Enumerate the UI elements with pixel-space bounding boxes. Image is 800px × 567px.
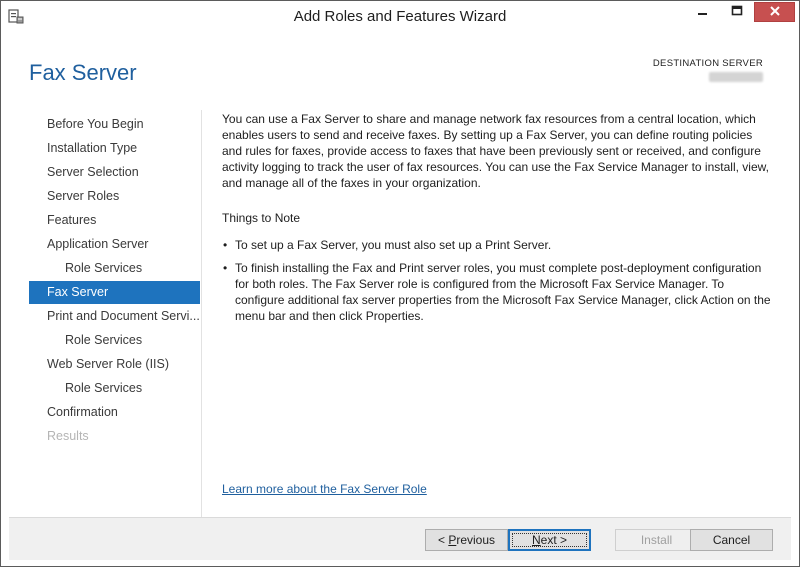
nav-item-server-roles[interactable]: Server Roles	[29, 185, 200, 208]
learn-more-link[interactable]: Learn more about the Fax Server Role	[222, 482, 427, 496]
close-button[interactable]	[754, 2, 795, 22]
nav-item-print-and-document-servi[interactable]: Print and Document Servi...	[29, 305, 200, 328]
destination-server-label: DESTINATION SERVER	[652, 58, 763, 69]
page-title: Fax Server	[29, 60, 137, 85]
nav-item-confirmation[interactable]: Confirmation	[29, 401, 200, 424]
minimize-button[interactable]	[686, 2, 720, 22]
intro-text: You can use a Fax Server to share and ma…	[222, 112, 769, 190]
nav-item-role-services[interactable]: Role Services	[29, 377, 200, 400]
window-controls	[686, 2, 795, 22]
maximize-button[interactable]	[720, 2, 754, 22]
window-title: Add Roles and Features Wizard	[293, 8, 507, 25]
wizard-footer: < Previous Next > Install Cancel	[9, 517, 791, 560]
nav-item-server-selection[interactable]: Server Selection	[29, 161, 200, 184]
minimize-icon	[697, 5, 709, 20]
previous-prefix: <	[437, 533, 449, 547]
cancel-button[interactable]: Cancel	[690, 529, 773, 551]
wizard-window: Add Roles and Features Wizard Fax Server…	[0, 0, 800, 567]
nav-item-installation-type[interactable]: Installation Type	[29, 137, 200, 160]
nav-item-application-server[interactable]: Application Server	[29, 233, 200, 256]
close-icon	[769, 5, 781, 20]
wizard-body: Before You Begin Installation Type Server …	[9, 110, 791, 517]
destination-server-name-redacted	[709, 72, 763, 82]
nav-item-results: Results	[47, 429, 89, 443]
previous-rest: revious	[456, 533, 496, 547]
nav-item-role-services[interactable]: Role Services	[29, 257, 200, 280]
step-navigation: Before You Begin Installation Type Server …	[29, 110, 201, 517]
previous-button[interactable]: < Previous	[425, 529, 508, 551]
note-item: To finish installing the Fax and Print s…	[222, 260, 774, 324]
nav-divider	[201, 110, 202, 517]
nav-item-web-server-role-iis[interactable]: Web Server Role (IIS)	[29, 353, 200, 376]
note-item: To set up a Fax Server, you must also se…	[222, 237, 774, 253]
next-accelerator: N	[531, 533, 541, 547]
nav-item-before-you-begin[interactable]: Before You Begin	[29, 113, 200, 136]
next-button[interactable]: Next >	[508, 529, 591, 551]
nav-item-fax-server[interactable]: Fax Server	[29, 281, 200, 304]
content-pane: You can use a Fax Server to share and ma…	[222, 110, 774, 517]
nav-item-features[interactable]: Features	[29, 209, 200, 232]
title-bar[interactable]: Add Roles and Features Wizard	[1, 1, 799, 32]
notes-list: To set up a Fax Server, you must also se…	[222, 237, 774, 331]
maximize-icon	[731, 5, 743, 20]
next-rest: ext >	[540, 533, 568, 547]
nav-item-role-services[interactable]: Role Services	[29, 329, 200, 352]
install-button[interactable]: Install	[615, 529, 698, 551]
server-manager-icon[interactable]	[6, 6, 26, 26]
things-to-note-heading: Things to Note	[222, 211, 301, 225]
wizard-header: Fax Server DESTINATION SERVER	[9, 32, 791, 110]
